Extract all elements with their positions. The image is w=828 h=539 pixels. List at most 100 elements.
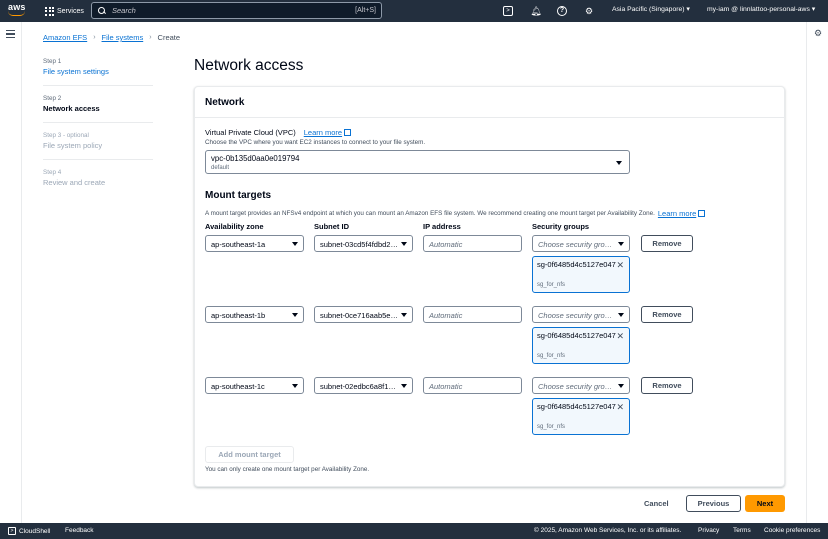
security-group-token: sg-0f6485d4c5127e047 sg_for_nfs ✕ (532, 398, 630, 435)
close-icon[interactable]: ✕ (616, 332, 624, 341)
security-groups-select[interactable]: Choose security groups (532, 377, 630, 394)
caret-down-icon (292, 313, 298, 317)
gear-icon[interactable]: ⚙ (583, 5, 595, 17)
cancel-button[interactable]: Cancel (644, 499, 669, 508)
security-groups-select[interactable]: Choose security groups (532, 306, 630, 323)
breadcrumb: Amazon EFS › File systems › Create (43, 33, 180, 42)
cloudshell-button[interactable]: > CloudShell (8, 527, 50, 535)
sg-id: sg-0f6485d4c5127e047 (537, 260, 616, 269)
step-4: Step 4 Review and create (43, 169, 153, 196)
caret-down-icon (401, 384, 407, 388)
divider (195, 117, 784, 118)
ip-address-input[interactable]: Automatic (423, 235, 522, 252)
breadcrumb-file-systems[interactable]: File systems (102, 33, 144, 42)
sg-id: sg-0f6485d4c5127e047 (537, 402, 616, 411)
copyright-text: © 2025, Amazon Web Services, Inc. or its… (534, 527, 682, 534)
add-mount-target-note: You can only create one mount target per… (205, 466, 370, 473)
network-panel: Network Virtual Private Cloud (VPC) Lear… (194, 86, 785, 487)
bell-icon[interactable]: 🔔︎ (530, 5, 542, 17)
availability-zone-select[interactable]: ap-southeast-1b (205, 306, 304, 323)
search-placeholder: Search (112, 6, 136, 15)
caret-down-icon (292, 384, 298, 388)
terminal-icon: > (8, 527, 16, 535)
breadcrumb-create: Create (157, 33, 181, 42)
subnet-select[interactable]: subnet-0ce716aab5ec98b81 (314, 306, 413, 323)
close-icon[interactable]: ✕ (616, 261, 624, 270)
settings-icon[interactable]: ⚙ (814, 28, 822, 39)
vpc-subtext: default (211, 165, 230, 171)
step-number: Step 4 (43, 169, 62, 176)
wizard-steps: Step 1 File system settings Step 2 Netwo… (43, 58, 153, 205)
remove-button[interactable]: Remove (641, 235, 693, 252)
account-menu[interactable]: my-iam @ linnlattoo-personal-aws ▾ (707, 5, 815, 13)
subnet-value: subnet-03cd5f4fdbd2f1c21 (320, 239, 398, 249)
external-link-icon (344, 129, 352, 136)
menu-icon[interactable] (6, 30, 15, 38)
terms-link[interactable]: Terms (733, 527, 751, 534)
step-number: Step 3 - optional (43, 132, 89, 139)
remove-button[interactable]: Remove (641, 377, 693, 394)
region-selector[interactable]: Asia Pacific (Singapore) ▾ (612, 5, 690, 13)
sg-placeholder: Choose security groups (538, 381, 614, 391)
search-input[interactable]: Search [Alt+S] (91, 2, 382, 19)
subnet-select[interactable]: subnet-03cd5f4fdbd2f1c21 (314, 235, 413, 252)
services-label: Services (57, 7, 84, 15)
security-groups-select[interactable]: Choose security groups (532, 235, 630, 252)
aws-logo-text: aws (8, 2, 26, 12)
availability-zone-select[interactable]: ap-southeast-1c (205, 377, 304, 394)
cloudshell-label: CloudShell (19, 527, 51, 535)
cloudshell-icon[interactable]: > (503, 6, 513, 16)
sg-name: sg_for_nfs (537, 424, 566, 430)
step-label-file-system-settings[interactable]: File system settings (43, 67, 153, 76)
vpc-label: Virtual Private Cloud (VPC) (205, 128, 296, 137)
caret-down-icon (618, 242, 624, 246)
column-header-availability-zone: Availability zone (205, 222, 264, 231)
caret-down-icon (401, 242, 407, 246)
top-navigation: aws Services Search [Alt+S] > 🔔︎ ? ⚙ Asi… (0, 0, 828, 22)
vpc-label-row: Virtual Private Cloud (VPC) Learn more (205, 128, 352, 137)
add-mount-target-button[interactable]: Add mount target (205, 446, 294, 463)
caret-down-icon (401, 313, 407, 317)
learn-more-label: Learn more (657, 209, 697, 218)
close-icon[interactable]: ✕ (616, 403, 624, 412)
services-menu-button[interactable]: Services (45, 5, 84, 17)
ip-placeholder: Automatic (429, 239, 463, 249)
chevron-right-icon: › (149, 34, 152, 41)
sg-id: sg-0f6485d4c5127e047 (537, 331, 616, 340)
sg-placeholder: Choose security groups (538, 310, 614, 320)
ip-address-input[interactable]: Automatic (423, 306, 522, 323)
sg-placeholder: Choose security groups (538, 239, 614, 249)
feedback-link[interactable]: Feedback (65, 527, 94, 534)
mount-targets-description-row: A mount target provides an NFSv4 endpoin… (205, 209, 706, 218)
column-header-ip-address: IP address (423, 222, 461, 231)
aws-logo[interactable]: aws (8, 3, 28, 19)
sg-name: sg_for_nfs (537, 353, 566, 359)
column-header-security-groups: Security groups (532, 222, 590, 231)
page-title: Network access (194, 57, 304, 74)
security-group-token: sg-0f6485d4c5127e047 sg_for_nfs ✕ (532, 256, 630, 293)
step-3: Step 3 - optional File system policy (43, 132, 153, 160)
next-button[interactable]: Next (745, 495, 785, 512)
remove-button[interactable]: Remove (641, 306, 693, 323)
breadcrumb-amazon-efs[interactable]: Amazon EFS (43, 33, 87, 42)
previous-button[interactable]: Previous (686, 495, 741, 512)
availability-zone-select[interactable]: ap-southeast-1a (205, 235, 304, 252)
privacy-link[interactable]: Privacy (698, 527, 719, 534)
help-icon[interactable]: ? (557, 6, 567, 16)
chevron-right-icon: › (93, 34, 96, 41)
vpc-learn-more-link[interactable]: Learn more (304, 128, 352, 137)
ip-address-input[interactable]: Automatic (423, 377, 522, 394)
footer-bar: > CloudShell Feedback © 2025, Amazon Web… (0, 523, 828, 539)
step-1: Step 1 File system settings (43, 58, 153, 86)
vpc-description: Choose the VPC where you want EC2 instan… (205, 139, 426, 146)
external-link-icon (698, 210, 706, 217)
cookie-preferences-link[interactable]: Cookie preferences (764, 527, 820, 534)
subnet-select[interactable]: subnet-02edbc6a8f1e3b1d9 (314, 377, 413, 394)
vpc-select[interactable]: vpc-0b135d0aa0e019794 default (205, 150, 630, 174)
side-rail-left (0, 22, 22, 523)
search-icon (98, 6, 106, 15)
subnet-value: subnet-02edbc6a8f1e3b1d9 (320, 381, 398, 391)
ip-placeholder: Automatic (429, 310, 463, 320)
az-value: ap-southeast-1c (211, 381, 265, 391)
mount-learn-more-link[interactable]: Learn more (657, 209, 706, 218)
